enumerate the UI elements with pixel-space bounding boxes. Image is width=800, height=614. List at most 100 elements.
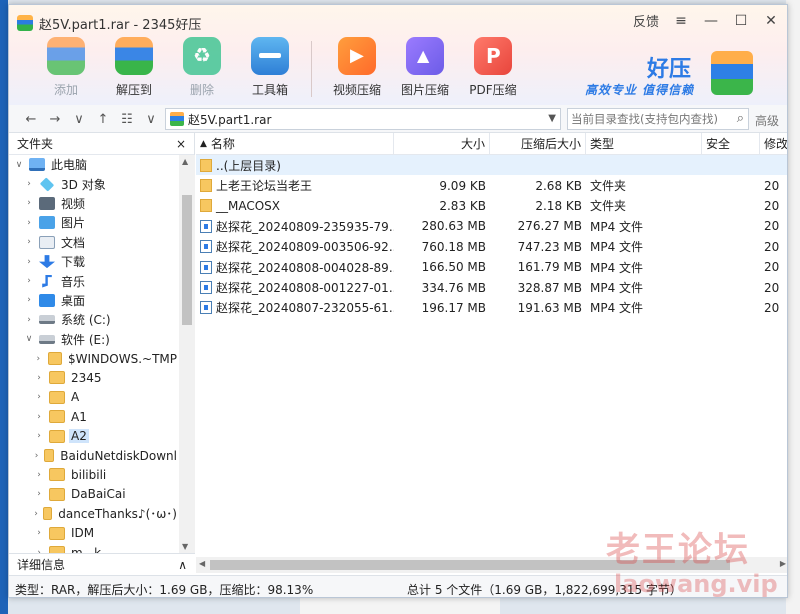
feedback-button[interactable]: 反馈 <box>633 11 659 30</box>
chevron-right-icon[interactable]: › <box>33 354 44 364</box>
file-row[interactable]: 赵探花_20240807-232055-61... 196.17 MB 191.63… <box>196 298 787 318</box>
maximize-icon[interactable]: ☐ <box>733 13 749 29</box>
chevron-right-icon[interactable]: › <box>33 489 45 499</box>
chevron-right-icon[interactable]: › <box>23 198 35 208</box>
video-icon <box>39 196 55 210</box>
chevron-right-icon[interactable]: › <box>23 295 35 305</box>
path-field[interactable]: 赵5V.part1.rar ▼ <box>165 108 561 130</box>
advanced-search-link[interactable]: 高级 <box>755 112 779 129</box>
tree-item-label: A <box>71 390 80 405</box>
chevron-right-icon[interactable]: › <box>23 315 35 325</box>
tree-item[interactable]: › A2 <box>9 426 179 445</box>
chevron-right-icon[interactable]: › <box>33 431 45 441</box>
tree-item[interactable]: › IDM <box>9 523 179 542</box>
chevron-right-icon[interactable]: › <box>33 392 45 402</box>
tree-item[interactable]: › A <box>9 388 179 407</box>
scroll-left-icon[interactable]: ◀ <box>199 559 205 568</box>
folder-panel-close-icon[interactable]: × <box>176 137 186 151</box>
file-row[interactable]: 赵探花_20240808-001227-01... 334.76 MB 328.87… <box>196 277 787 297</box>
delete-button[interactable]: 删除 <box>171 37 233 98</box>
view-mode-icon[interactable]: ☷ <box>117 109 137 129</box>
extract-to-button[interactable]: 解压到 <box>103 37 165 98</box>
file-row[interactable]: 赵探花_20240809-003506-92... 760.18 MB 747.23… <box>196 237 787 257</box>
file-name-cell: 赵探花_20240808-001227-01... <box>196 277 394 297</box>
chevron-right-icon[interactable]: › <box>23 218 35 228</box>
tree-item[interactable]: › 图片 <box>9 213 179 232</box>
tree-item[interactable]: › A1 <box>9 407 179 426</box>
back-arrow-icon[interactable]: ← <box>21 109 41 129</box>
file-row[interactable]: ..(上层目录) <box>196 155 787 176</box>
file-rows: ..(上层目录) 上老王论坛当老王 9.09 KB 2.68 KB 文件夹 20 __MAC… <box>196 155 787 318</box>
file-size: 166.50 MB <box>421 260 486 275</box>
chevron-right-icon[interactable]: › <box>33 373 45 383</box>
column-size[interactable]: 大小 <box>394 133 490 155</box>
toolbox-button[interactable]: 工具箱 <box>239 37 301 98</box>
toolbar-separator <box>311 41 312 97</box>
file-compressed-size: 747.23 MB <box>517 239 582 254</box>
watermark-url: laowang.vip <box>614 570 778 598</box>
column-security[interactable]: 安全 <box>702 133 760 155</box>
tree-item[interactable]: › danceThanks♪(･ω･) <box>9 504 179 523</box>
search-input[interactable]: 当前目录查找(支持包内查找) ⌕ <box>567 108 749 130</box>
column-type[interactable]: 类型 <box>586 133 702 155</box>
file-row[interactable]: 赵探花_20240808-004028-89... 166.50 MB 161.79… <box>196 257 787 277</box>
chevron-right-icon[interactable]: › <box>33 470 45 480</box>
image-compress-button[interactable]: 图片压缩 <box>394 37 456 98</box>
minimize-icon[interactable]: — <box>703 13 719 29</box>
scroll-right-icon[interactable]: ▶ <box>780 559 786 568</box>
path-dropdown-icon[interactable]: ▼ <box>548 113 556 124</box>
tree-item[interactable]: › m...k <box>9 543 179 553</box>
tree-item[interactable]: ∨ 此电脑 <box>9 155 179 174</box>
chevron-right-icon[interactable]: › <box>23 237 35 247</box>
add-button[interactable]: 添加 <box>35 37 97 98</box>
view-mode-chevron-icon[interactable]: ∨ <box>141 109 161 129</box>
tree-item[interactable]: › DaBaiCai <box>9 485 179 504</box>
chevron-right-icon[interactable]: › <box>23 179 35 189</box>
scroll-up-icon[interactable]: ▲ <box>182 157 188 166</box>
file-compressed-size: 328.87 MB <box>517 280 582 295</box>
history-chevron-icon[interactable]: ∨ <box>69 109 89 129</box>
tree-item[interactable]: › 2345 <box>9 368 179 387</box>
scroll-down-icon[interactable]: ▼ <box>182 542 188 551</box>
chevron-right-icon[interactable]: › <box>23 257 35 267</box>
file-type: MP4 文件 <box>590 219 644 234</box>
tree-item[interactable]: › 下载 <box>9 252 179 271</box>
menu-icon[interactable]: ≡ <box>673 13 689 29</box>
tree-item[interactable]: › BaiduNetdiskDownl <box>9 446 179 465</box>
pdf-compress-button[interactable]: PDF压缩 <box>462 37 524 98</box>
tree-item[interactable]: › 3D 对象 <box>9 174 179 193</box>
column-modified[interactable]: 修改 <box>760 133 787 155</box>
brand-slogan: 高效专业 值得信赖 <box>585 83 695 97</box>
scrollbar-thumb[interactable] <box>182 195 192 325</box>
column-compressed-size[interactable]: 压缩后大小 <box>490 133 586 155</box>
search-icon[interactable]: ⌕ <box>737 111 744 126</box>
file-row[interactable]: 赵探花_20240809-235935-79... 280.63 MB 276.27… <box>196 216 787 236</box>
tree-item[interactable]: › 桌面 <box>9 291 179 310</box>
chevron-right-icon[interactable]: › <box>23 276 35 286</box>
chevron-right-icon[interactable]: › <box>33 412 45 422</box>
video-compress-button[interactable]: 视频压缩 <box>326 37 388 98</box>
close-icon[interactable]: ✕ <box>763 13 779 29</box>
folder-icon <box>49 468 65 482</box>
folder-icon <box>49 371 65 385</box>
folder-tree-scrollbar[interactable]: ▲ ▼ <box>179 155 195 553</box>
column-name[interactable]: ▲ 名称 <box>196 133 394 155</box>
tree-item[interactable]: › 视频 <box>9 194 179 213</box>
up-arrow-icon[interactable]: ↑ <box>93 109 113 129</box>
tree-item[interactable]: › 文档 <box>9 233 179 252</box>
file-row[interactable]: 上老王论坛当老王 9.09 KB 2.68 KB 文件夹 20 <box>196 175 787 195</box>
tree-item[interactable]: › bilibili <box>9 465 179 484</box>
tree-item[interactable]: › $WINDOWS.~TMP <box>9 349 179 368</box>
chevron-right-icon[interactable]: › <box>33 509 39 519</box>
chevron-right-icon[interactable]: › <box>33 528 45 538</box>
tree-item[interactable]: › 系统 (C:) <box>9 310 179 329</box>
tree-item[interactable]: › 音乐 <box>9 271 179 290</box>
chevron-down-icon[interactable]: ∨ <box>13 160 25 170</box>
chevron-down-icon[interactable]: ∨ <box>23 334 35 344</box>
chevron-right-icon[interactable]: › <box>33 451 40 461</box>
details-expand-icon[interactable]: ∧ <box>178 558 187 572</box>
file-size: 196.17 MB <box>421 300 486 315</box>
file-row[interactable]: __MACOSX 2.83 KB 2.18 KB 文件夹 20 <box>196 196 787 216</box>
tree-item[interactable]: ∨ 软件 (E:) <box>9 330 179 349</box>
forward-arrow-icon[interactable]: → <box>45 109 65 129</box>
